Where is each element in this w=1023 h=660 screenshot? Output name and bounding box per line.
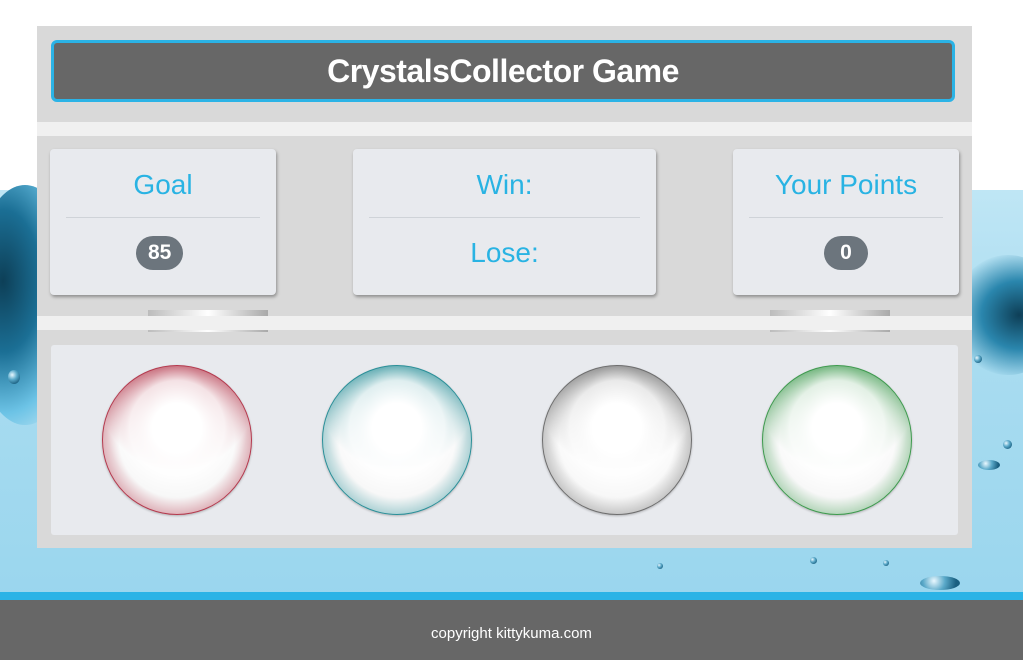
divider-strip [37, 316, 972, 330]
copyright-text: copyright kittykuma.com [431, 624, 592, 642]
water-bubble [657, 563, 663, 569]
crystal-container [51, 345, 958, 535]
goal-card: Goal 85 [50, 149, 276, 295]
water-bubble [974, 355, 982, 363]
card-divider [66, 217, 260, 218]
water-bubble [978, 460, 1000, 470]
page-title: CrystalsCollector Game [327, 52, 679, 89]
teal-crystal[interactable] [322, 365, 472, 515]
water-bubble [883, 560, 889, 566]
goal-value-badge: 85 [136, 236, 184, 270]
points-card: Your Points 0 [733, 149, 959, 295]
clear-crystal[interactable] [542, 365, 692, 515]
divider-strip [37, 122, 972, 136]
red-crystal[interactable] [102, 365, 252, 515]
win-label: Win: [476, 169, 533, 200]
water-bubble [1003, 440, 1012, 449]
points-value-badge: 0 [824, 236, 868, 270]
game-header: CrystalsCollector Game [51, 40, 955, 102]
water-bubble [810, 557, 817, 564]
card-divider [369, 217, 640, 218]
goal-label: Goal [133, 169, 193, 200]
green-crystal[interactable] [762, 365, 912, 515]
footer: copyright kittykuma.com [0, 592, 1023, 660]
record-card: Win: Lose: [353, 149, 656, 295]
water-bubble [920, 576, 960, 590]
points-label: Your Points [774, 169, 918, 200]
card-divider [749, 217, 943, 218]
lose-label: Lose: [470, 237, 539, 268]
water-bubble [8, 370, 20, 384]
